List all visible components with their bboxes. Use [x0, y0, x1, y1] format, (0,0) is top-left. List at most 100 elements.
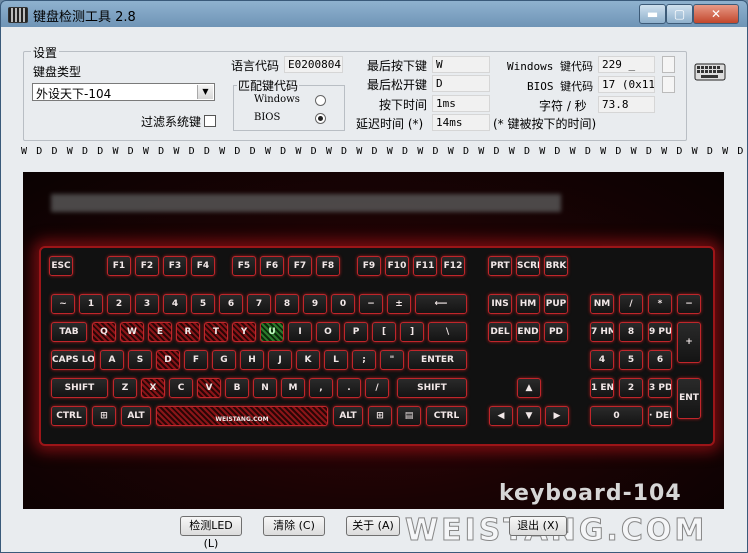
key-o: O — [316, 322, 340, 342]
key-d: D — [156, 350, 180, 370]
key-7-hm: 7 HM — [590, 322, 614, 342]
key-row_a-10: ; — [352, 350, 376, 370]
key-row_num-0: ~ — [51, 294, 75, 314]
key-row_z-8: , — [309, 378, 333, 398]
press-time-label: 按下时间 — [379, 98, 428, 112]
key-nm: NM — [590, 294, 614, 314]
bios-code-indicator — [662, 76, 675, 93]
key-q: Q — [92, 322, 116, 342]
key-shift: SHIFT — [51, 378, 108, 398]
key-f6: F6 — [260, 256, 284, 276]
last-pressed-label: 最后按下键 — [367, 59, 428, 73]
key-row_ctrl-1: ⊞ — [92, 406, 116, 426]
key-f3: F3 — [163, 256, 187, 276]
key-g: G — [212, 350, 236, 370]
key-2: 2 — [619, 378, 643, 398]
key-row_a-11: " — [380, 350, 404, 370]
key-f11: F11 — [413, 256, 437, 276]
key-tab: TAB — [51, 322, 87, 342]
match-windows-label: Windows — [254, 94, 300, 105]
key-row_num-12: ± — [387, 294, 411, 314]
keyboard-app-icon — [8, 7, 28, 23]
key-end: END — [516, 322, 540, 342]
key-9-pup: 9 PUP — [648, 322, 672, 342]
key-e: E — [148, 322, 172, 342]
filter-system-keys-checkbox[interactable] — [204, 115, 216, 127]
minimize-button[interactable]: ▬ — [639, 4, 666, 24]
key-num2-3: + — [677, 322, 701, 363]
match-bios-radio[interactable] — [315, 113, 326, 124]
key-row_q-12: ] — [400, 322, 424, 342]
clear-button[interactable]: 清除 (C) — [263, 516, 325, 536]
key-s: S — [128, 350, 152, 370]
delay-time-field: 14ms — [432, 114, 490, 131]
bios-code-field: 17 (0x11) — [598, 76, 655, 93]
key-8: 8 — [275, 294, 299, 314]
blurred-banner — [51, 194, 561, 212]
key-arrows-1: ◀ — [489, 406, 513, 426]
keyboard-icon — [694, 63, 726, 81]
key-arrows-3: ▶ — [545, 406, 569, 426]
key-scrl: SCRL — [516, 256, 540, 276]
language-code-field: E0200804 — [284, 56, 343, 73]
window-title: 键盘检测工具 2.8 — [33, 10, 136, 25]
key-0: 0 — [590, 406, 643, 426]
chevron-down-icon[interactable]: ▼ — [197, 85, 213, 99]
keyboard-preview: ESCF1F2F3F4F5F6F7F8F9F10F11F12PRTSCRLBRK… — [23, 172, 724, 509]
match-windows-radio[interactable] — [315, 95, 326, 106]
keyboard-type-select[interactable]: 外设天下-104 ▼ — [32, 83, 215, 101]
key-row_z-9: . — [337, 378, 361, 398]
key-brk: BRK — [544, 256, 568, 276]
key-w: W — [120, 322, 144, 342]
key-ctrl: CTRL — [51, 406, 87, 426]
test-led-button[interactable]: 检测LED (L) — [180, 516, 242, 550]
key-del: · DEL — [648, 406, 672, 426]
key-8: 8 — [619, 322, 643, 342]
key-f5: F5 — [232, 256, 256, 276]
key-p: P — [344, 322, 368, 342]
settings-group-label: 设置 — [31, 44, 60, 61]
key-caps-lock: CAPS LOCK — [51, 350, 95, 370]
key-ent: ENT — [677, 378, 701, 419]
key-r: R — [176, 322, 200, 342]
key-v: V — [197, 378, 221, 398]
key-row_ctrl-6: ▤ — [397, 406, 421, 426]
last-released-field: D — [432, 75, 490, 92]
key-9: 9 — [303, 294, 327, 314]
bios-code-label: BIOS 键代码 — [527, 80, 594, 93]
key-num1-3: − — [677, 294, 701, 314]
key-row_q-11: [ — [372, 322, 396, 342]
key-c: C — [169, 378, 193, 398]
chars-per-sec-label: 字符 / 秒 — [539, 99, 587, 113]
key-t: T — [204, 322, 228, 342]
title-bar[interactable]: 键盘检测工具 2.8 ▬ ▢ ✕ — [1, 1, 747, 27]
key-f10: F10 — [385, 256, 409, 276]
key-1-end: 1 END — [590, 378, 614, 398]
key-1: 1 — [79, 294, 103, 314]
key-x: X — [141, 378, 165, 398]
press-time-field: 1ms — [432, 95, 490, 112]
key-i: I — [288, 322, 312, 342]
keyboard-type-label: 键盘类型 — [33, 65, 82, 79]
key-row_num-11: − — [359, 294, 383, 314]
watermark-model: keyboard-104 — [499, 481, 682, 506]
key-a: A — [100, 350, 124, 370]
delay-time-label: 延迟时间 (*) — [356, 117, 424, 131]
close-button[interactable]: ✕ — [693, 4, 739, 24]
key-7: 7 — [247, 294, 271, 314]
key-2: 2 — [107, 294, 131, 314]
key-arrows-2: ▼ — [517, 406, 541, 426]
key-f12: F12 — [441, 256, 465, 276]
key-num1-1: / — [619, 294, 643, 314]
about-button[interactable]: 关于 (A) — [346, 516, 400, 536]
key-num1-2: * — [648, 294, 672, 314]
key-f7: F7 — [288, 256, 312, 276]
exit-button[interactable]: 退出 (X) — [509, 516, 567, 536]
key-ins: INS — [488, 294, 512, 314]
last-released-label: 最后松开键 — [367, 78, 428, 92]
key-4: 4 — [590, 350, 614, 370]
key-alt: ALT — [333, 406, 363, 426]
maximize-button[interactable]: ▢ — [666, 4, 693, 24]
key-pd: PD — [544, 322, 568, 342]
key-f: F — [184, 350, 208, 370]
